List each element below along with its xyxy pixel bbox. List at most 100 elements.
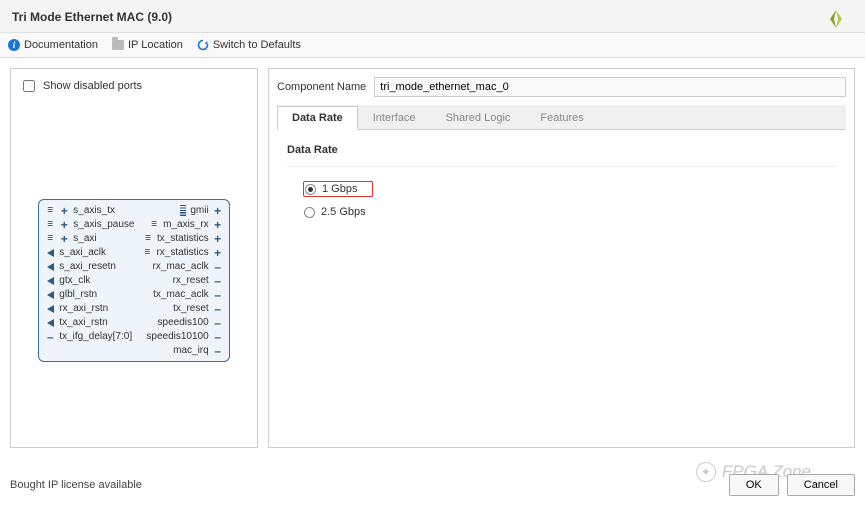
ip-block-diagram: s_axis_tx s_axis_pause s_axi s_axi_aclk s_ax…: [38, 199, 229, 362]
port-s-axi: s_axi: [45, 232, 134, 245]
pin-icon: [45, 291, 55, 299]
pin-icon: [213, 305, 223, 313]
port-mac-irq: mac_irq: [173, 344, 223, 357]
port-rx-reset: rx_reset: [173, 274, 223, 287]
show-disabled-ports-label: Show disabled ports: [43, 80, 142, 92]
tab-interface[interactable]: Interface: [358, 106, 431, 130]
pin-icon: [213, 235, 223, 243]
port-label: tx_ifg_delay[7:0]: [59, 331, 132, 342]
port-speedis10100: speedis10100: [146, 330, 222, 343]
vendor-logo-icon: [825, 8, 847, 33]
port-tx-reset: tx_reset: [173, 302, 223, 315]
bus-icon: [142, 249, 152, 257]
port-label: s_axi: [73, 233, 96, 244]
port-rx-statistics: rx_statistics: [142, 246, 222, 259]
port-tx-axi-rstn: tx_axi_rstn: [45, 316, 134, 329]
folder-icon: [112, 40, 124, 50]
port-label: s_axis_pause: [73, 219, 134, 230]
component-name-input[interactable]: [374, 77, 846, 97]
radio-icon: [304, 207, 315, 218]
pin-icon: [213, 291, 223, 299]
port-s-axis-pause: s_axis_pause: [45, 218, 134, 231]
port-gmii: gmii: [180, 204, 222, 217]
stack-icon: [180, 205, 186, 217]
component-name-label: Component Name: [277, 81, 366, 93]
port-s-axi-resetn: s_axi_resetn: [45, 260, 134, 273]
pin-icon: [59, 235, 69, 243]
port-rx-axi-rstn: rx_axi_rstn: [45, 302, 134, 315]
ip-location-link[interactable]: IP Location: [112, 39, 183, 51]
port-tx-mac-aclk: tx_mac_aclk: [153, 288, 223, 301]
pin-icon: [213, 263, 223, 271]
port-tx-ifg-delay-7-0-: tx_ifg_delay[7:0]: [45, 330, 134, 343]
port-label: s_axi_resetn: [59, 261, 116, 272]
section-label-data-rate: Data Rate: [287, 144, 836, 167]
port-label: rx_axi_rstn: [59, 303, 108, 314]
port-rx-mac-aclk: rx_mac_aclk: [153, 260, 223, 273]
pin-icon: [45, 305, 55, 313]
title-bar: Tri Mode Ethernet MAC (9.0): [0, 0, 865, 33]
radio-1-gbps[interactable]: 1 Gbps: [303, 181, 373, 197]
tab-data-rate[interactable]: Data Rate: [277, 106, 358, 130]
pin-icon: [213, 333, 223, 341]
tab-shared-logic[interactable]: Shared Logic: [431, 106, 526, 130]
pin-icon: [45, 277, 55, 285]
port-glbl-rstn: glbl_rstn: [45, 288, 134, 301]
port-s-axis-tx: s_axis_tx: [45, 204, 134, 217]
port-label: rx_mac_aclk: [153, 261, 209, 272]
show-disabled-ports-input[interactable]: [23, 80, 35, 92]
toolbar: i Documentation IP Location Switch to De…: [0, 33, 865, 58]
pin-icon: [45, 263, 55, 271]
pin-icon: [45, 333, 55, 341]
block-diagram-panel: Show disabled ports s_axis_tx s_axis_paus…: [10, 68, 258, 448]
port-m-axis-rx: m_axis_rx: [149, 218, 223, 231]
pin-icon: [45, 319, 55, 327]
bus-icon: [45, 207, 55, 215]
tab-body-data-rate: Data Rate 1 Gbps 2.5 Gbps: [277, 130, 846, 233]
info-icon: i: [8, 39, 20, 51]
port-label: gmii: [190, 205, 208, 216]
port-label: s_axis_tx: [73, 205, 115, 216]
documentation-link[interactable]: i Documentation: [8, 39, 98, 51]
radio-2-5-gbps[interactable]: 2.5 Gbps: [303, 205, 836, 219]
page-title: Tri Mode Ethernet MAC (9.0): [12, 10, 853, 24]
pin-icon: [45, 249, 55, 257]
radio-label: 2.5 Gbps: [321, 206, 366, 218]
bus-icon: [149, 221, 159, 229]
port-label: speedis10100: [146, 331, 208, 342]
bus-icon: [45, 221, 55, 229]
config-panel: Component Name Data RateInterfaceShared …: [268, 68, 855, 448]
ip-location-label: IP Location: [128, 39, 183, 51]
port-speedis100: speedis100: [158, 316, 223, 329]
port-label: tx_axi_rstn: [59, 317, 107, 328]
ok-button[interactable]: OK: [729, 474, 779, 496]
radio-label: 1 Gbps: [322, 183, 357, 195]
pin-icon: [213, 347, 223, 355]
pin-icon: [213, 249, 223, 257]
license-status: Bought IP license available: [10, 479, 142, 491]
pin-icon: [213, 277, 223, 285]
port-gtx-clk: gtx_clk: [45, 274, 134, 287]
pin-icon: [59, 221, 69, 229]
bus-icon: [143, 235, 153, 243]
port-label: tx_mac_aclk: [153, 289, 209, 300]
port-label: rx_reset: [173, 275, 209, 286]
tab-features[interactable]: Features: [525, 106, 598, 130]
switch-defaults-link[interactable]: Switch to Defaults: [197, 39, 301, 51]
pin-icon: [59, 207, 69, 215]
port-label: rx_statistics: [156, 247, 208, 258]
port-tx-statistics: tx_statistics: [143, 232, 223, 245]
port-label: m_axis_rx: [163, 219, 209, 230]
footer: Bought IP license available OK Cancel: [10, 474, 855, 496]
port-s-axi-aclk: s_axi_aclk: [45, 246, 134, 259]
bus-icon: [45, 235, 55, 243]
data-rate-radio-group: 1 Gbps 2.5 Gbps: [287, 181, 836, 219]
refresh-icon: [197, 39, 209, 51]
tab-strip: Data RateInterfaceShared LogicFeatures: [277, 105, 846, 130]
port-label: s_axi_aclk: [59, 247, 106, 258]
port-label: tx_reset: [173, 303, 209, 314]
pin-icon: [213, 221, 223, 229]
show-disabled-ports-checkbox[interactable]: Show disabled ports: [17, 75, 251, 103]
port-label: glbl_rstn: [59, 289, 97, 300]
cancel-button[interactable]: Cancel: [787, 474, 855, 496]
